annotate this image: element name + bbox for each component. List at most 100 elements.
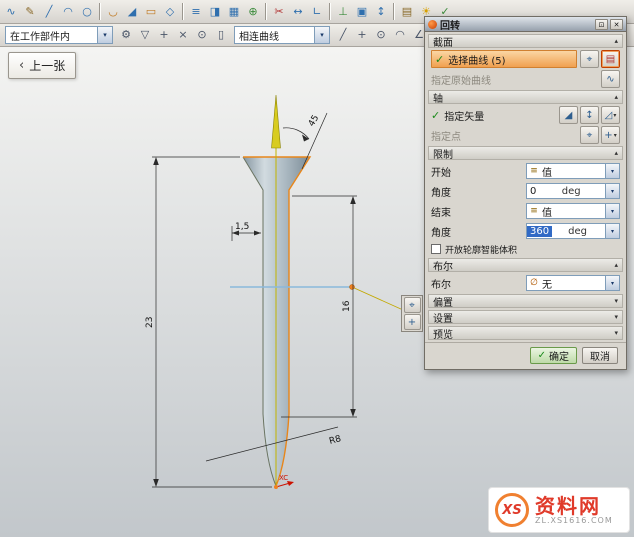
point-constructor-button[interactable]: + ▾ [601, 126, 620, 144]
axis-point-handle[interactable] [350, 285, 355, 290]
specify-point-row[interactable]: 指定点 ⌖ + ▾ [431, 126, 620, 144]
snap-line-icon[interactable]: ╱ [334, 26, 352, 44]
group-preview-title: 预览 [433, 326, 453, 341]
snap-point-icon[interactable]: + [155, 26, 173, 44]
chevron-down-icon[interactable]: ▾ [605, 204, 619, 218]
start-type-dropdown[interactable]: ≡ 值 ▾ [526, 163, 620, 179]
show-constraints-icon[interactable]: ▤ [398, 3, 416, 21]
group-header-preview[interactable]: 预览 ▾ [428, 326, 623, 340]
end-angle-value[interactable]: 360 [527, 226, 552, 237]
geometric-constraints-icon[interactable]: ⊥ [334, 3, 352, 21]
polygon-icon[interactable]: ◇ [161, 3, 179, 21]
make-corner-icon[interactable]: ∟ [308, 3, 326, 21]
group-header-axis[interactable]: 轴 ▴ [428, 90, 623, 104]
specify-origin-curve-label: 指定原始曲线 [431, 72, 491, 87]
dialog-clip-button[interactable]: ⊡ [595, 19, 608, 30]
specify-vector-row[interactable]: ✓ 指定矢量 ◢ ↕ ◿ ▾ [431, 106, 620, 124]
arc-icon[interactable]: ◠ [59, 3, 77, 21]
studio-spline-icon[interactable]: ∿ [2, 3, 20, 21]
reverse-direction-button[interactable]: ↕ [580, 106, 599, 124]
dimension-16-label[interactable]: 16 [342, 300, 352, 312]
chevron-up-icon[interactable]: ▴ [614, 93, 618, 101]
dialog-close-button[interactable]: ✕ [610, 19, 623, 30]
mirror-curve-icon[interactable]: ◨ [206, 3, 224, 21]
pattern-curve-icon[interactable]: ▦ [225, 3, 243, 21]
dimension-23-label[interactable]: 23 [145, 317, 155, 328]
snap-endpoint-icon[interactable]: + [353, 26, 371, 44]
vector-constructor-button[interactable]: ◿ ▾ [601, 106, 620, 124]
end-angle-field[interactable]: 360 deg ▾ [526, 223, 620, 239]
group-header-settings[interactable]: 设置 ▾ [428, 310, 623, 324]
snap-tangent-icon[interactable]: ◠ [391, 26, 409, 44]
dimension-1-5-label[interactable]: 1,5 [235, 222, 249, 232]
check-icon: ✓ [538, 350, 546, 361]
toolbar-separator [99, 3, 101, 20]
chevron-down-icon[interactable]: ▾ [605, 184, 619, 198]
end-type-dropdown[interactable]: ≡ 值 ▾ [526, 203, 620, 219]
snap-arc-center-icon[interactable]: ⊙ [372, 26, 390, 44]
group-header-offset[interactable]: 偏置 ▾ [428, 294, 623, 308]
curve-list-button[interactable]: ▤ [601, 50, 620, 68]
curve-rule-value: 相连曲线 [235, 28, 283, 43]
floating-point-button[interactable]: + [404, 314, 421, 330]
rectangle-select-icon[interactable]: ▯ [212, 26, 230, 44]
fillet-icon[interactable]: ◡ [104, 3, 122, 21]
ok-button[interactable]: ✓ 确定 [530, 347, 577, 364]
select-curve-row[interactable]: ✓ 选择曲线 (5) ⌖ ▤ [431, 50, 620, 68]
open-profile-checkbox[interactable] [431, 244, 441, 254]
previous-page-button[interactable]: ‹ 上一张 [8, 52, 76, 79]
select-curve-label: 选择曲线 (5) [448, 52, 505, 67]
dialog-titlebar[interactable]: 回转 ⊡ ✕ [425, 17, 626, 32]
intersection-point-icon[interactable]: ⊕ [244, 3, 262, 21]
snap-intersection-icon[interactable]: × [174, 26, 192, 44]
profile-icon[interactable]: ✎ [21, 3, 39, 21]
group-boolean-title: 布尔 [433, 258, 453, 273]
group-header-boolean[interactable]: 布尔 ▴ [428, 258, 623, 272]
open-profile-row: 开放轮廓智能体积 [431, 242, 620, 256]
chamfer-icon[interactable]: ◢ [123, 3, 141, 21]
end-angle-label: 角度 [431, 224, 451, 239]
selection-filter-icon[interactable]: ▽ [136, 26, 154, 44]
origin-curve-button[interactable]: ∿ [601, 70, 620, 88]
dialog-button-row: ✓ 确定 取消 [425, 342, 626, 369]
chevron-down-icon[interactable]: ▾ [605, 164, 619, 178]
start-angle-value[interactable]: 0 [527, 186, 539, 197]
chevron-up-icon[interactable]: ▴ [614, 261, 618, 269]
start-angle-field[interactable]: 0 deg ▾ [526, 183, 620, 199]
offset-curve-icon[interactable]: ≡ [187, 3, 205, 21]
auto-constrain-icon[interactable]: ▣ [353, 3, 371, 21]
chevron-down-icon[interactable]: ▾ [605, 224, 619, 238]
line-icon[interactable]: ╱ [40, 3, 58, 21]
chevron-down-icon[interactable]: ▾ [314, 27, 329, 43]
select-curve-highlight[interactable]: ✓ 选择曲线 (5) [431, 50, 577, 68]
quick-extend-icon[interactable]: ↔ [289, 3, 307, 21]
chevron-up-icon[interactable]: ▴ [614, 37, 618, 45]
boolean-dropdown[interactable]: ∅ 无 ▾ [526, 275, 620, 291]
point-dialog-button[interactable]: ⌖ [580, 126, 599, 144]
dimensions-icon[interactable]: ↕ [372, 3, 390, 21]
rectangle-icon[interactable]: ▭ [142, 3, 160, 21]
chevron-down-icon[interactable]: ▾ [97, 27, 112, 43]
cancel-button[interactable]: 取消 [582, 347, 618, 364]
group-header-limits[interactable]: 限制 ▴ [428, 146, 623, 160]
origin-point[interactable] [274, 485, 278, 489]
floating-mini-toolbar: ⌖ + [401, 295, 423, 332]
end-type-value: 值 [541, 204, 552, 219]
selection-scope-combo[interactable]: 在工作部件内 ▾ [5, 26, 113, 44]
group-header-section[interactable]: 截面 ▴ [428, 34, 623, 48]
floating-snap-button[interactable]: ⌖ [404, 297, 421, 313]
circle-icon[interactable]: ○ [78, 3, 96, 21]
chevron-down-icon[interactable]: ▾ [614, 329, 618, 337]
chevron-down-icon[interactable]: ▾ [614, 313, 618, 321]
chevron-down-icon[interactable]: ▾ [614, 297, 618, 305]
snap-center-icon[interactable]: ⊙ [193, 26, 211, 44]
specify-origin-curve-row[interactable]: 指定原始曲线 ∿ [431, 70, 620, 88]
selection-settings-icon[interactable]: ⚙ [117, 26, 135, 44]
curve-rule-combo[interactable]: 相连曲线 ▾ [234, 26, 330, 44]
curve-select-button[interactable]: ⌖ [580, 50, 599, 68]
chevron-up-icon[interactable]: ▴ [614, 149, 618, 157]
vector-dialog-button[interactable]: ◢ [559, 106, 578, 124]
specify-point-label: 指定点 [431, 128, 461, 143]
quick-trim-icon[interactable]: ✂ [270, 3, 288, 21]
chevron-down-icon[interactable]: ▾ [605, 276, 619, 290]
